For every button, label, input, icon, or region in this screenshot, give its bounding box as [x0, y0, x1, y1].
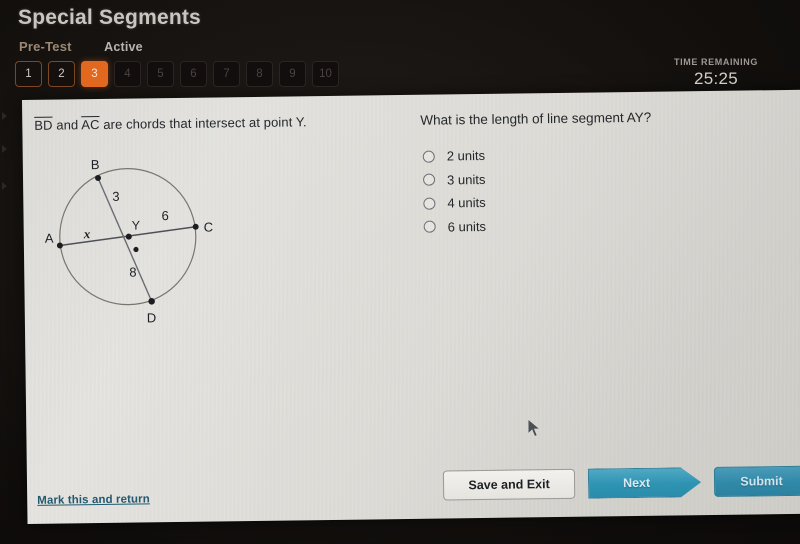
edge-tick-icon [2, 112, 7, 120]
question-navigator[interactable]: 1 2 3 4 5 6 7 8 9 10 [15, 61, 339, 87]
measure-by: 3 [112, 189, 119, 204]
segment-ac-label: AC [81, 116, 100, 133]
submit-button[interactable]: Submit [713, 465, 800, 497]
radio-button-icon[interactable] [423, 197, 436, 210]
edge-tick-icon [2, 182, 7, 190]
answer-option-label: 2 units [446, 148, 486, 164]
point-a-dot [56, 242, 63, 249]
answer-options[interactable]: 2 units 3 units 4 units 6 units [421, 141, 722, 239]
radio-button-icon[interactable] [423, 173, 436, 187]
question-tab-6: 6 [180, 61, 207, 87]
radio-button-icon[interactable] [423, 220, 436, 234]
question-tab-3[interactable]: 3 [81, 61, 108, 87]
answer-option-label: 6 units [447, 218, 487, 235]
answer-option-label: 3 units [446, 171, 486, 188]
point-y-dot [125, 233, 132, 240]
measure-yc: 6 [161, 208, 168, 223]
page-title: Special Segments [18, 6, 201, 29]
diagram-svg: A B C D Y 3 6 8 x [45, 157, 214, 325]
point-b-dot [95, 175, 102, 182]
header-subrow: Pre-Test Active [19, 38, 143, 56]
assessment-header: Special Segments Pre-Test Active 1234567… [0, 0, 800, 96]
time-remaining-value: 25:25 [693, 69, 739, 88]
question-stem: BD and AC are chords that intersect at p… [34, 114, 307, 133]
question-tab-9: 9 [279, 61, 306, 87]
next-button[interactable]: Next [588, 467, 701, 498]
answer-prompt: What is the length of line segment AY? [420, 109, 652, 128]
time-remaining-label: TIME REMAINING [674, 57, 758, 67]
page-content: BD and AC are chords that intersect at p… [22, 90, 800, 524]
point-c-dot [192, 223, 199, 230]
question-tab-2[interactable]: 2 [48, 61, 75, 87]
question-tab-1[interactable]: 1 [15, 61, 42, 87]
stem-suffix: are chords that intersect at point Y. [99, 114, 307, 132]
question-tab-7: 7 [213, 61, 240, 87]
label-d: D [147, 310, 157, 325]
time-remaining: TIME REMAINING 25:25 [646, 57, 786, 89]
radio-button-icon[interactable] [422, 150, 435, 163]
mark-this-and-return-link[interactable]: Mark this and return [37, 493, 150, 506]
measure-ay: x [83, 226, 91, 241]
measure-yd: 8 [129, 265, 136, 280]
stray-dot [133, 246, 139, 253]
question-page: BD and AC are chords that intersect at p… [22, 89, 800, 524]
label-y: Y [132, 218, 141, 232]
label-b: B [91, 157, 100, 172]
save-and-exit-button[interactable]: Save and Exit [442, 468, 576, 501]
question-tab-10: 10 [312, 61, 339, 87]
segment-bd-label: BD [34, 117, 53, 133]
action-button-row: Save and Exit Next Submit [442, 465, 800, 501]
question-tab-4: 4 [114, 61, 141, 87]
stem-conjunction: and [52, 117, 82, 133]
edge-tick-icon [2, 145, 7, 153]
status-badge: Active [104, 40, 143, 54]
answer-option-opt-d[interactable]: 6 units [422, 211, 722, 238]
question-tab-8: 8 [246, 61, 273, 87]
label-c: C [204, 220, 214, 235]
label-a: A [45, 231, 54, 246]
answer-option-label: 4 units [447, 195, 486, 211]
circle-chords-diagram: A B C D Y 3 6 8 x [35, 143, 247, 331]
section-label: Pre-Test [19, 39, 72, 54]
question-tab-5: 5 [147, 61, 174, 87]
